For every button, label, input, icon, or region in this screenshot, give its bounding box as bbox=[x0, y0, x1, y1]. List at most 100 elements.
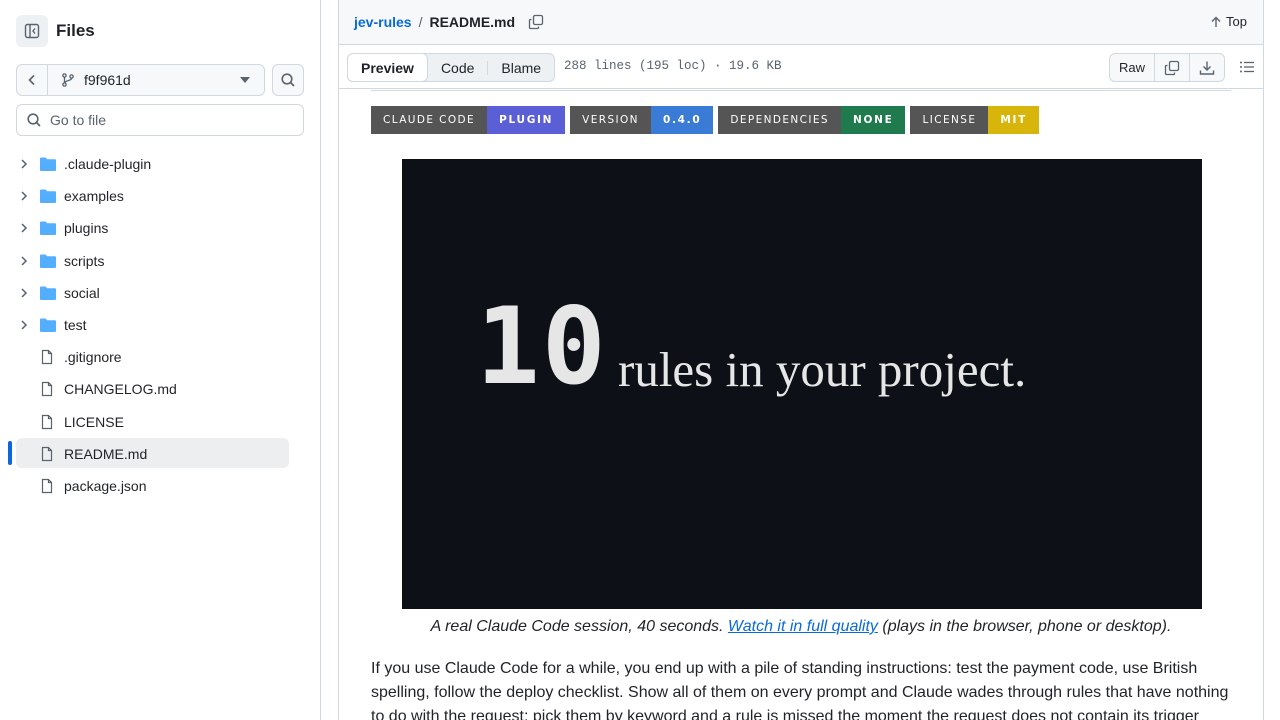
badge-row: CLAUDE CODE PLUGIN VERSION 0.4.0 DEPENDE… bbox=[371, 106, 1044, 134]
chevron-right-icon[interactable] bbox=[18, 287, 30, 299]
copy-icon bbox=[1164, 60, 1180, 75]
badge-version[interactable]: VERSION 0.4.0 bbox=[570, 106, 714, 134]
caret-down-icon bbox=[240, 77, 250, 83]
chevron-right-icon[interactable] bbox=[18, 319, 30, 331]
top-label: Top bbox=[1226, 14, 1247, 29]
folder-icon bbox=[40, 318, 56, 332]
badge-value: PLUGIN bbox=[487, 106, 566, 134]
file-icon bbox=[41, 350, 53, 365]
tree-item-folder[interactable]: plugins bbox=[0, 212, 320, 244]
tree-item-folder[interactable]: social bbox=[0, 277, 320, 309]
badge-dependencies[interactable]: DEPENDENCIES NONE bbox=[718, 106, 906, 134]
tree-item-label: README.md bbox=[64, 445, 148, 462]
sidebar-collapse-icon bbox=[24, 23, 40, 39]
search-files-button[interactable] bbox=[272, 64, 304, 96]
file-stats: 288 lines (195 loc) · 19.6 KB bbox=[564, 59, 782, 73]
chevron-right-icon[interactable] bbox=[18, 190, 30, 202]
download-button[interactable] bbox=[1190, 54, 1224, 81]
tree-item-folder[interactable]: test bbox=[0, 309, 320, 341]
go-to-file-field[interactable] bbox=[16, 104, 304, 136]
file-toolbar: Preview Code Blame 288 lines (195 loc) ·… bbox=[339, 45, 1263, 89]
back-to-top-link[interactable]: Top bbox=[1210, 14, 1247, 29]
outline-button[interactable] bbox=[1239, 59, 1255, 80]
tree-item-label: .gitignore bbox=[64, 349, 122, 366]
back-button[interactable] bbox=[17, 65, 48, 95]
badge-value: MIT bbox=[988, 106, 1039, 134]
tab-blame[interactable]: Blame bbox=[488, 54, 554, 81]
tree-item-label: CHANGELOG.md bbox=[64, 381, 177, 398]
tree-item-label: scripts bbox=[64, 252, 105, 269]
list-unordered-icon bbox=[1240, 61, 1254, 73]
folder-icon bbox=[40, 254, 56, 268]
tree-item-folder[interactable]: .claude-plugin bbox=[0, 148, 320, 180]
breadcrumb-file: README.md bbox=[429, 14, 516, 30]
breadcrumb-repo-link[interactable]: jev-rules bbox=[354, 14, 412, 30]
copy-path-button[interactable] bbox=[528, 14, 544, 30]
chevron-right-icon[interactable] bbox=[18, 222, 30, 234]
file-actions: Raw bbox=[1108, 53, 1225, 82]
tree-item-file[interactable]: package.json bbox=[0, 470, 320, 502]
file-icon bbox=[41, 446, 53, 461]
selection-indicator bbox=[8, 440, 12, 465]
chevron-right-icon[interactable] bbox=[18, 158, 30, 170]
tab-code[interactable]: Code bbox=[428, 54, 487, 81]
go-to-file-input[interactable] bbox=[50, 112, 290, 128]
tree-item-label: package.json bbox=[64, 477, 147, 494]
breadcrumb-separator: / bbox=[418, 14, 423, 30]
tree-item-file[interactable]: LICENSE bbox=[0, 406, 320, 438]
watch-full-quality-link[interactable]: Watch it in full quality bbox=[728, 618, 878, 635]
branch-name: f9f961d bbox=[84, 72, 131, 88]
tree-item-folder[interactable]: scripts bbox=[0, 245, 320, 277]
file-icon bbox=[41, 382, 53, 397]
copy-raw-button[interactable] bbox=[1155, 54, 1190, 81]
tree-item-file[interactable]: .gitignore bbox=[0, 341, 320, 373]
badge-value: 0.4.0 bbox=[650, 106, 714, 134]
raw-button[interactable]: Raw bbox=[1110, 54, 1155, 81]
search-icon bbox=[27, 113, 41, 127]
badge-key: DEPENDENCIES bbox=[718, 106, 841, 134]
file-icon bbox=[41, 478, 53, 493]
chevron-right-icon[interactable] bbox=[18, 255, 30, 267]
tree-item-file-selected[interactable]: README.md bbox=[0, 437, 320, 470]
badge-value: NONE bbox=[841, 106, 906, 134]
file-view: jev-rules / README.md Top Preview Code B… bbox=[338, 0, 1264, 720]
tree-item-label: .claude-plugin bbox=[64, 156, 152, 173]
tree-item-label: social bbox=[64, 284, 100, 301]
view-mode-tabs: Preview Code Blame bbox=[347, 53, 556, 82]
folder-icon bbox=[40, 286, 56, 300]
branch-row: f9f961d bbox=[16, 64, 304, 96]
search-icon bbox=[281, 73, 295, 87]
sidebar-title: Files bbox=[56, 21, 95, 40]
video-caption: A real Claude Code session, 40 seconds. … bbox=[339, 618, 1263, 636]
tab-preview[interactable]: Preview bbox=[347, 53, 428, 82]
badge-claude-code[interactable]: CLAUDE CODE PLUGIN bbox=[371, 106, 566, 134]
download-icon bbox=[1199, 61, 1215, 75]
folder-icon bbox=[40, 157, 56, 171]
tree-item-label: LICENSE bbox=[64, 413, 124, 430]
tree-item-label: plugins bbox=[64, 220, 109, 237]
selection-background bbox=[16, 437, 289, 468]
tree-item-folder[interactable]: examples bbox=[0, 180, 320, 212]
readme-content: CLAUDE CODE PLUGIN VERSION 0.4.0 DEPENDE… bbox=[339, 90, 1263, 720]
tree-item-file[interactable]: CHANGELOG.md bbox=[0, 373, 320, 405]
tree-item-label: test bbox=[64, 317, 87, 334]
breadcrumb: jev-rules / README.md bbox=[354, 14, 544, 30]
folder-icon bbox=[40, 221, 56, 236]
badge-license[interactable]: LICENSE MIT bbox=[910, 106, 1039, 134]
tree-item-label: examples bbox=[64, 188, 124, 205]
chevron-left-icon bbox=[28, 74, 35, 86]
collapse-sidebar-button[interactable] bbox=[16, 15, 48, 47]
file-icon bbox=[41, 414, 53, 429]
branch-picker-button[interactable]: f9f961d bbox=[48, 65, 264, 95]
file-tree: .claude-plugin examples plugins scripts bbox=[0, 148, 320, 502]
video-number: 10 bbox=[476, 285, 608, 408]
git-branch-icon bbox=[62, 73, 74, 87]
caption-text-after: (plays in the browser, phone or desktop)… bbox=[877, 618, 1172, 635]
sidebar-header: Files bbox=[16, 15, 95, 47]
badge-key: VERSION bbox=[570, 106, 651, 134]
video-text: rules in your project. bbox=[618, 342, 1027, 397]
divider bbox=[371, 90, 1231, 91]
demo-video-thumbnail[interactable]: 10 rules in your project. bbox=[402, 159, 1202, 609]
folder-icon bbox=[40, 189, 56, 204]
caption-text: A real Claude Code session, 40 seconds. bbox=[430, 618, 728, 635]
